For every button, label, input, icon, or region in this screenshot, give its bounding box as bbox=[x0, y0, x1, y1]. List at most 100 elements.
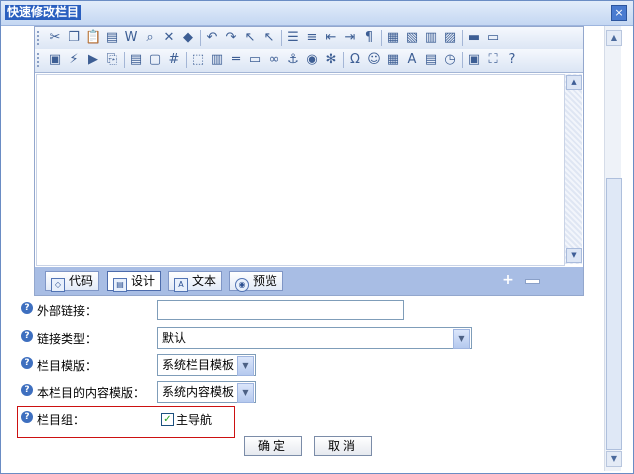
font-icon[interactable]: A bbox=[404, 52, 420, 68]
external-link-input[interactable] bbox=[157, 300, 404, 320]
find-icon[interactable]: ⌕ bbox=[142, 30, 158, 46]
list-icon[interactable]: ☰ bbox=[285, 30, 301, 46]
marquee-icon[interactable]: ▭ bbox=[247, 52, 263, 68]
grid-icon[interactable]: # bbox=[166, 52, 182, 68]
copy-icon[interactable]: ❐ bbox=[66, 30, 82, 46]
pointer-icon[interactable]: ↖ bbox=[261, 30, 277, 46]
media-icon[interactable]: ▶ bbox=[85, 52, 101, 68]
image-icon[interactable]: ▣ bbox=[47, 52, 63, 68]
scroll-up-icon[interactable]: ▲ bbox=[606, 30, 622, 46]
table-insert-icon[interactable]: ▦ bbox=[385, 30, 401, 46]
close-button[interactable]: × bbox=[611, 5, 627, 21]
eraser-icon[interactable]: ◆ bbox=[180, 30, 196, 46]
toolbar-separator bbox=[200, 30, 201, 46]
help-icon[interactable]: ? bbox=[21, 330, 33, 342]
toolbar-separator bbox=[186, 52, 187, 68]
mode-text-button[interactable]: A 文本 bbox=[168, 271, 222, 292]
editor-scrollbar[interactable]: ▲ ▼ bbox=[564, 74, 582, 264]
cut-icon[interactable]: ✂ bbox=[47, 30, 63, 46]
paragraph-icon[interactable]: ¶ bbox=[361, 30, 377, 46]
style-icon[interactable]: ▭ bbox=[485, 30, 501, 46]
dialog-scrollbar[interactable]: ▲ ▼ bbox=[604, 26, 622, 471]
editor-toolbar-1: ✂ ❐ 📋 ▤ W ⌕ ✕ ◆ ↶ ↷ ↖ ↖ ☰ ≡ ⇤ ⇥ ¶ ▦ ▧ ▥ ▨ ▬ ▭ bbox=[35, 27, 583, 51]
chevron-down-icon[interactable]: ▼ bbox=[237, 383, 254, 403]
mode-text-label: 文本 bbox=[192, 274, 217, 288]
chevron-down-icon[interactable]: ▼ bbox=[453, 329, 470, 349]
mode-design-button[interactable]: ▤ 设计 bbox=[107, 271, 161, 292]
toolbar-grip[interactable] bbox=[37, 31, 41, 45]
fullscreen-icon[interactable]: ⛶ bbox=[485, 52, 501, 68]
textarea-icon[interactable]: ▥ bbox=[209, 52, 225, 68]
dialog-titlebar: 快速修改栏目 × bbox=[1, 1, 633, 26]
format-icon[interactable]: ▬ bbox=[466, 30, 482, 46]
help-icon[interactable]: ? bbox=[21, 357, 33, 369]
indent-icon[interactable]: ⇥ bbox=[342, 30, 358, 46]
form-icon[interactable]: ▤ bbox=[128, 52, 144, 68]
attachment-icon[interactable]: ⎘ bbox=[104, 52, 120, 68]
zoom-out-icon[interactable] bbox=[525, 279, 540, 284]
chevron-down-icon[interactable]: ▼ bbox=[237, 356, 254, 376]
scroll-down-icon[interactable]: ▼ bbox=[566, 248, 582, 263]
mode-preview-button[interactable]: ◉ 预览 bbox=[229, 271, 283, 292]
anchor-icon[interactable]: ⚓ bbox=[285, 52, 301, 68]
frame-icon[interactable]: ▢ bbox=[147, 52, 163, 68]
help-icon[interactable]: ? bbox=[21, 384, 33, 396]
omega-icon[interactable]: Ω bbox=[347, 52, 363, 68]
help-icon[interactable]: ? bbox=[21, 302, 33, 314]
merge-icon[interactable]: ▨ bbox=[442, 30, 458, 46]
redo-icon[interactable]: ↷ bbox=[223, 30, 239, 46]
cancel-button[interactable]: 取消 bbox=[314, 436, 372, 456]
content-template-value: 系统内容模板 bbox=[162, 385, 235, 399]
content-template-label: 本栏目的内容模版： bbox=[37, 386, 146, 400]
mode-code-button[interactable]: ◇ 代码 bbox=[45, 271, 99, 292]
help-icon[interactable]: ? bbox=[21, 411, 33, 423]
main-nav-label[interactable]: 主导航 bbox=[176, 411, 212, 428]
toolbar-separator bbox=[462, 52, 463, 68]
content-template-select[interactable]: 系统内容模板 ▼ bbox=[157, 381, 256, 403]
editor-mode-bar: ◇ 代码 ▤ 设计 A 文本 ◉ 预览 + bbox=[35, 267, 583, 295]
list-ordered-icon[interactable]: ≡ bbox=[304, 30, 320, 46]
external-link-label: 外部链接： bbox=[37, 304, 98, 318]
cell-icon[interactable]: ▥ bbox=[423, 30, 439, 46]
clock-icon[interactable]: ◷ bbox=[442, 52, 458, 68]
column-group-label: 栏目组： bbox=[37, 413, 86, 427]
paste-text-icon[interactable]: ▤ bbox=[104, 30, 120, 46]
delete-icon[interactable]: ✕ bbox=[161, 30, 177, 46]
undo-icon[interactable]: ↶ bbox=[204, 30, 220, 46]
paste-icon[interactable]: 📋 bbox=[85, 30, 101, 46]
excel-icon[interactable]: ▦ bbox=[385, 52, 401, 68]
scroll-up-icon[interactable]: ▲ bbox=[566, 75, 582, 90]
web-icon[interactable]: ◉ bbox=[304, 52, 320, 68]
link-type-label: 链接类型： bbox=[37, 332, 98, 346]
mode-design-label: 设计 bbox=[131, 274, 156, 288]
help-icon[interactable]: ? bbox=[504, 52, 520, 68]
text-icon: A bbox=[174, 278, 188, 292]
zoom-in-icon[interactable]: + bbox=[501, 273, 515, 287]
editor-content-area[interactable] bbox=[36, 74, 565, 266]
hr-icon[interactable]: ═ bbox=[228, 52, 244, 68]
select-icon[interactable]: ↖ bbox=[242, 30, 258, 46]
smiley-icon[interactable]: ☺ bbox=[366, 52, 382, 68]
unlink-icon[interactable]: ✻ bbox=[323, 52, 339, 68]
scroll-thumb[interactable] bbox=[606, 178, 622, 450]
link-type-select[interactable]: 默认 ▼ bbox=[157, 327, 472, 349]
toolbar-grip[interactable] bbox=[37, 53, 41, 67]
paste-word-icon[interactable]: W bbox=[123, 30, 139, 46]
outdent-icon[interactable]: ⇤ bbox=[323, 30, 339, 46]
date-icon[interactable]: ▤ bbox=[423, 52, 439, 68]
table-edit-icon[interactable]: ▧ bbox=[404, 30, 420, 46]
scroll-down-icon[interactable]: ▼ bbox=[606, 451, 622, 467]
toolbar-separator bbox=[381, 30, 382, 46]
globe-icon: ◉ bbox=[235, 278, 249, 292]
dialog-title: 快速修改栏目 bbox=[5, 5, 82, 20]
link-type-value: 默认 bbox=[162, 331, 187, 345]
column-template-select[interactable]: 系统栏目模板 ▼ bbox=[157, 354, 256, 376]
main-nav-checkbox[interactable]: ✓ bbox=[161, 413, 174, 426]
fieldset-icon[interactable]: ⬚ bbox=[190, 52, 206, 68]
toolbar-separator bbox=[124, 52, 125, 68]
flash-icon[interactable]: ⚡ bbox=[66, 52, 82, 68]
preview-icon[interactable]: ▣ bbox=[466, 52, 482, 68]
ok-button[interactable]: 确定 bbox=[244, 436, 302, 456]
link-icon[interactable]: ∞ bbox=[266, 52, 282, 68]
column-template-value: 系统栏目模板 bbox=[162, 358, 235, 372]
